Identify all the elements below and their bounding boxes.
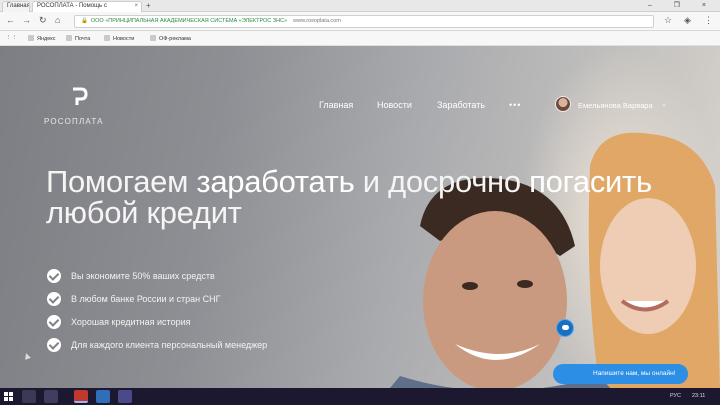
- ad-icon: [150, 35, 156, 41]
- nav-news[interactable]: Новости: [377, 100, 412, 110]
- task-view-icon[interactable]: [44, 390, 58, 403]
- tab-title: РОСОПЛАТА - Помощь с: [37, 3, 107, 9]
- tab-close-icon[interactable]: ×: [134, 3, 138, 9]
- home-icon[interactable]: ⌂: [55, 15, 60, 25]
- browser-tab-strip: Главная РОСОПЛАТА - Помощь с × + – ❐ ×: [0, 0, 720, 12]
- mail-icon: [66, 35, 72, 41]
- bookmark-ad[interactable]: ОФ-реклама: [150, 35, 191, 42]
- secure-org-label: ООО «ПРИНЦИПАЛЬНАЯ АКАДЕМИЧЕСКАЯ СИСТЕМА…: [90, 18, 288, 24]
- logo-text[interactable]: РОСОПЛАТА: [44, 117, 104, 126]
- chrome-icon[interactable]: [74, 390, 88, 403]
- logo-icon[interactable]: [70, 87, 88, 107]
- reload-icon[interactable]: ↻: [39, 15, 47, 26]
- forward-arrow-icon[interactable]: →: [22, 15, 31, 25]
- news-icon: [104, 35, 110, 41]
- chat-bubble-icon[interactable]: [556, 319, 574, 337]
- chevron-down-icon[interactable]: ⌄: [661, 100, 667, 108]
- browser-toolbar: ← → ↻ ⌂ 🔒 ООО «ПРИНЦИПАЛЬНАЯ АКАДЕМИЧЕСКА…: [0, 12, 720, 31]
- nav-more-button[interactable]: •••: [509, 100, 521, 110]
- check-circle-icon: [47, 315, 61, 329]
- check-circle-icon: [47, 269, 61, 283]
- bookmark-mail[interactable]: Почта: [66, 35, 90, 42]
- check-circle-icon: [47, 338, 61, 352]
- apps-icon[interactable]: ⋮⋮: [6, 35, 17, 41]
- lock-icon: 🔒: [81, 18, 88, 24]
- new-tab-button[interactable]: +: [146, 1, 151, 10]
- window-controls[interactable]: – ❐ ×: [648, 1, 716, 9]
- nav-home[interactable]: Главная: [319, 100, 353, 110]
- tray-clock[interactable]: 23:11: [692, 393, 705, 399]
- check-circle-icon: [47, 292, 61, 306]
- explorer-icon[interactable]: [96, 390, 110, 403]
- shield-icon[interactable]: [118, 390, 132, 403]
- chat-widget-button[interactable]: Напишите нам, мы онлайн!: [553, 364, 688, 384]
- tray-language[interactable]: РУС: [670, 393, 681, 399]
- url-text: www.rosoplata.com: [293, 18, 341, 24]
- search-icon[interactable]: [22, 390, 36, 403]
- browser-tab-main[interactable]: Главная: [2, 1, 30, 12]
- os-taskbar: РУС 23:11: [0, 388, 720, 405]
- menu-icon[interactable]: ⋮: [704, 15, 713, 26]
- bookmark-star-icon[interactable]: ☆: [664, 15, 672, 26]
- tab-title: Главная: [7, 3, 30, 9]
- browser-tab-rosoplata[interactable]: РОСОПЛАТА - Помощь с ×: [32, 1, 142, 12]
- bookmark-yandex[interactable]: Яндекс: [28, 35, 56, 42]
- hero-headline: Помогаем заработать и досрочно погасить …: [46, 164, 652, 230]
- bookmark-news[interactable]: Новости: [104, 35, 134, 42]
- windows-start-icon[interactable]: [4, 392, 13, 401]
- extension-icon[interactable]: ◈: [684, 15, 691, 26]
- avatar[interactable]: [555, 96, 571, 112]
- user-name[interactable]: Емельянова Варвара: [578, 101, 653, 110]
- nav-earn[interactable]: Заработать: [437, 100, 485, 110]
- yandex-icon: [28, 35, 34, 41]
- address-bar[interactable]: 🔒 ООО «ПРИНЦИПАЛЬНАЯ АКАДЕМИЧЕСКАЯ СИСТЕМ…: [74, 15, 654, 28]
- back-arrow-icon[interactable]: ←: [6, 15, 15, 25]
- hero-section: РОСОПЛАТА Главная Новости Заработать •••…: [0, 46, 720, 388]
- bookmarks-bar: ⋮⋮ Яндекс Почта Новости ОФ-реклама: [0, 31, 720, 46]
